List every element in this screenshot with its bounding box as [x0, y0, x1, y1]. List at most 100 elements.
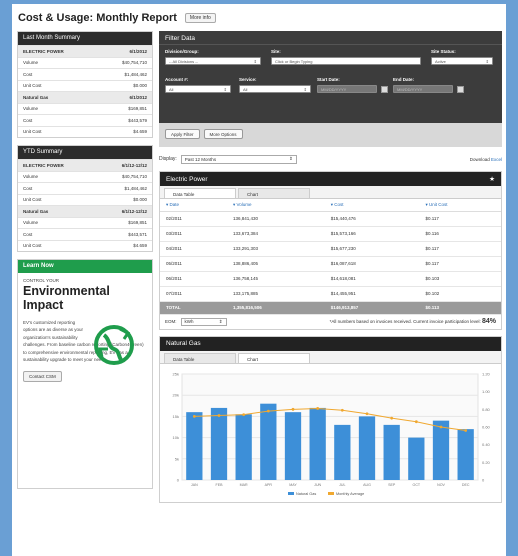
service-select[interactable]: All ⇕: [239, 85, 311, 93]
table-cell: 133,673,384: [226, 226, 325, 242]
unit-label: EOM:: [165, 319, 177, 324]
x-tick-label: AUG: [363, 483, 371, 487]
last-month-row-value: $0.000: [133, 83, 147, 89]
average-point: [340, 408, 344, 412]
table-row: 07/2011 133,175,885 $14,455,951 $0.102: [160, 286, 501, 302]
table-cell: $15,573,166: [324, 226, 420, 242]
column-header[interactable]: ▾ Volume: [226, 199, 325, 212]
y-tick-label: 0: [177, 477, 180, 482]
y2-tick-label: 0.60: [482, 424, 491, 429]
ytd-row-value: $1,484,462: [124, 185, 147, 191]
select-arrows-icon: ⇕: [253, 58, 257, 64]
electric-power-header: Electric Power ★: [160, 172, 501, 186]
star-icon[interactable]: ★: [489, 175, 495, 183]
apply-filter-button[interactable]: Apply Filter: [165, 129, 200, 139]
last-month-row-label: Unit Cost: [23, 83, 42, 89]
page-title: Cost & Usage: Monthly Report: [18, 12, 177, 24]
ytd-row: ELECTRIC POWER 6/1/12-12/12: [18, 159, 152, 171]
average-point: [266, 409, 270, 412]
ytd-row-value: $4.659: [133, 243, 147, 249]
last-month-row-value: 6/1/2012: [129, 48, 147, 54]
x-tick-label: SEP: [388, 483, 396, 487]
last-month-row: Unit Cost $4.659: [18, 125, 152, 138]
tab-chart[interactable]: Chart: [238, 188, 310, 198]
account-label: Account #:: [165, 77, 189, 82]
table-row: 05/2011 138,886,405 $16,087,618 $0.117: [160, 256, 501, 272]
x-tick-label: OCT: [413, 483, 421, 487]
column-header[interactable]: ▾ Unit Cost: [419, 199, 501, 212]
last-month-row: Cost $443,579: [18, 114, 152, 126]
ytd-row-label: Volume: [23, 174, 39, 180]
tab-chart[interactable]: Chart: [238, 352, 310, 363]
report-page: Cost & Usage: Monthly Report More info L…: [12, 4, 506, 556]
display-period-select[interactable]: Past 12 Months ⇕: [180, 154, 297, 164]
learn-text-1: EV's customized reporting options are as…: [23, 320, 84, 340]
learn-small-heading: CONTROL YOUR: [23, 278, 60, 283]
select-arrows-icon: ⇕: [303, 86, 307, 92]
ytd-row-value: 6/1/12-12/12: [121, 162, 147, 168]
last-month-row-label: Cost: [23, 117, 33, 123]
account-select[interactable]: All ⇕: [165, 85, 231, 93]
table-row: 06/2011 136,758,145 $14,618,081 $0.103: [160, 271, 501, 287]
select-arrows-icon: ⇕: [218, 318, 223, 324]
ytd-row: Cost $1,484,462: [18, 182, 152, 194]
end-date-input[interactable]: MM/DD/YYYY: [393, 85, 453, 93]
download-link[interactable]: Download Excel: [470, 157, 502, 162]
average-point: [365, 411, 369, 415]
site-input[interactable]: Click or Begin Typing: [271, 57, 421, 65]
table-cell: 136,758,145: [226, 271, 325, 287]
y-tick-label: 10k: [173, 435, 179, 440]
ytd-row-label: Cost: [23, 231, 33, 237]
division-label: Division/Group:: [165, 49, 199, 54]
calendar-icon[interactable]: [381, 86, 388, 93]
ytd-row-label: Unit Cost: [23, 197, 42, 203]
table-cell: 07/2011: [160, 286, 227, 302]
start-date-input[interactable]: MM/DD/YYYY: [317, 85, 377, 93]
y2-tick-label: 1.20: [482, 371, 491, 376]
table-cell: 1,355,816,506: [226, 301, 325, 315]
table-cell: $0.117: [419, 256, 501, 272]
bar: [235, 413, 252, 480]
last-month-row-label: Cost: [23, 71, 33, 77]
column-header[interactable]: ▾ Cost: [324, 199, 420, 212]
more-options-button[interactable]: More Options: [203, 129, 243, 139]
average-point: [414, 419, 418, 423]
contact-csm-button[interactable]: Contact CSM: [23, 371, 62, 383]
ytd-summary-title: YTD Summary: [18, 146, 152, 159]
table-cell: $15,677,230: [324, 241, 420, 257]
table-cell: TOTAL: [160, 301, 227, 315]
table-cell: $15,440,476: [324, 211, 420, 227]
unit-select[interactable]: kWh ⇕: [180, 317, 227, 326]
y2-tick-label: 0.80: [482, 406, 491, 411]
site-status-label: Site Status:: [431, 49, 456, 54]
x-tick-label: FEB: [216, 483, 224, 487]
table-cell: 05/2011: [160, 256, 227, 272]
average-point: [217, 413, 221, 417]
x-tick-label: MAY: [289, 483, 297, 487]
learn-big-heading-2: Impact: [23, 298, 64, 312]
end-date-label: End Date:: [393, 77, 415, 82]
x-tick-label: JUN: [314, 483, 321, 487]
tab-data-table[interactable]: Data Table: [164, 352, 236, 363]
site-status-select[interactable]: Active ⇕: [431, 57, 493, 65]
legend-label: Monthly Average: [336, 492, 364, 496]
column-header[interactable]: ▾ Date: [160, 199, 227, 212]
division-select[interactable]: -- All Divisions -- ⇕: [165, 57, 261, 65]
ytd-row: Volume $169,851: [18, 216, 152, 229]
table-cell: $0.103: [419, 271, 501, 287]
table-row: 02/2011 136,841,430 $15,440,476 $0.117: [160, 211, 501, 227]
calendar-icon[interactable]: [457, 86, 464, 93]
last-month-row-label: Volume: [23, 106, 39, 112]
ytd-row-value: $0.000: [133, 197, 147, 203]
ytd-row: Natural Gas 6/1/12-12/12: [18, 205, 152, 217]
site-label: Site:: [271, 49, 281, 54]
natural-gas-header: Natural Gas: [160, 336, 501, 351]
table-row: 04/2011 133,291,303 $15,677,230 $0.117: [160, 241, 501, 257]
more-info-button[interactable]: More info: [184, 13, 216, 23]
average-point: [439, 425, 443, 428]
bar: [284, 411, 302, 480]
last-month-summary-title: Last Month Summary: [18, 32, 152, 45]
tab-data-table[interactable]: Data Table: [164, 188, 236, 198]
table-cell: $0.117: [419, 241, 501, 257]
last-month-row-value: $1,484,462: [124, 71, 147, 77]
